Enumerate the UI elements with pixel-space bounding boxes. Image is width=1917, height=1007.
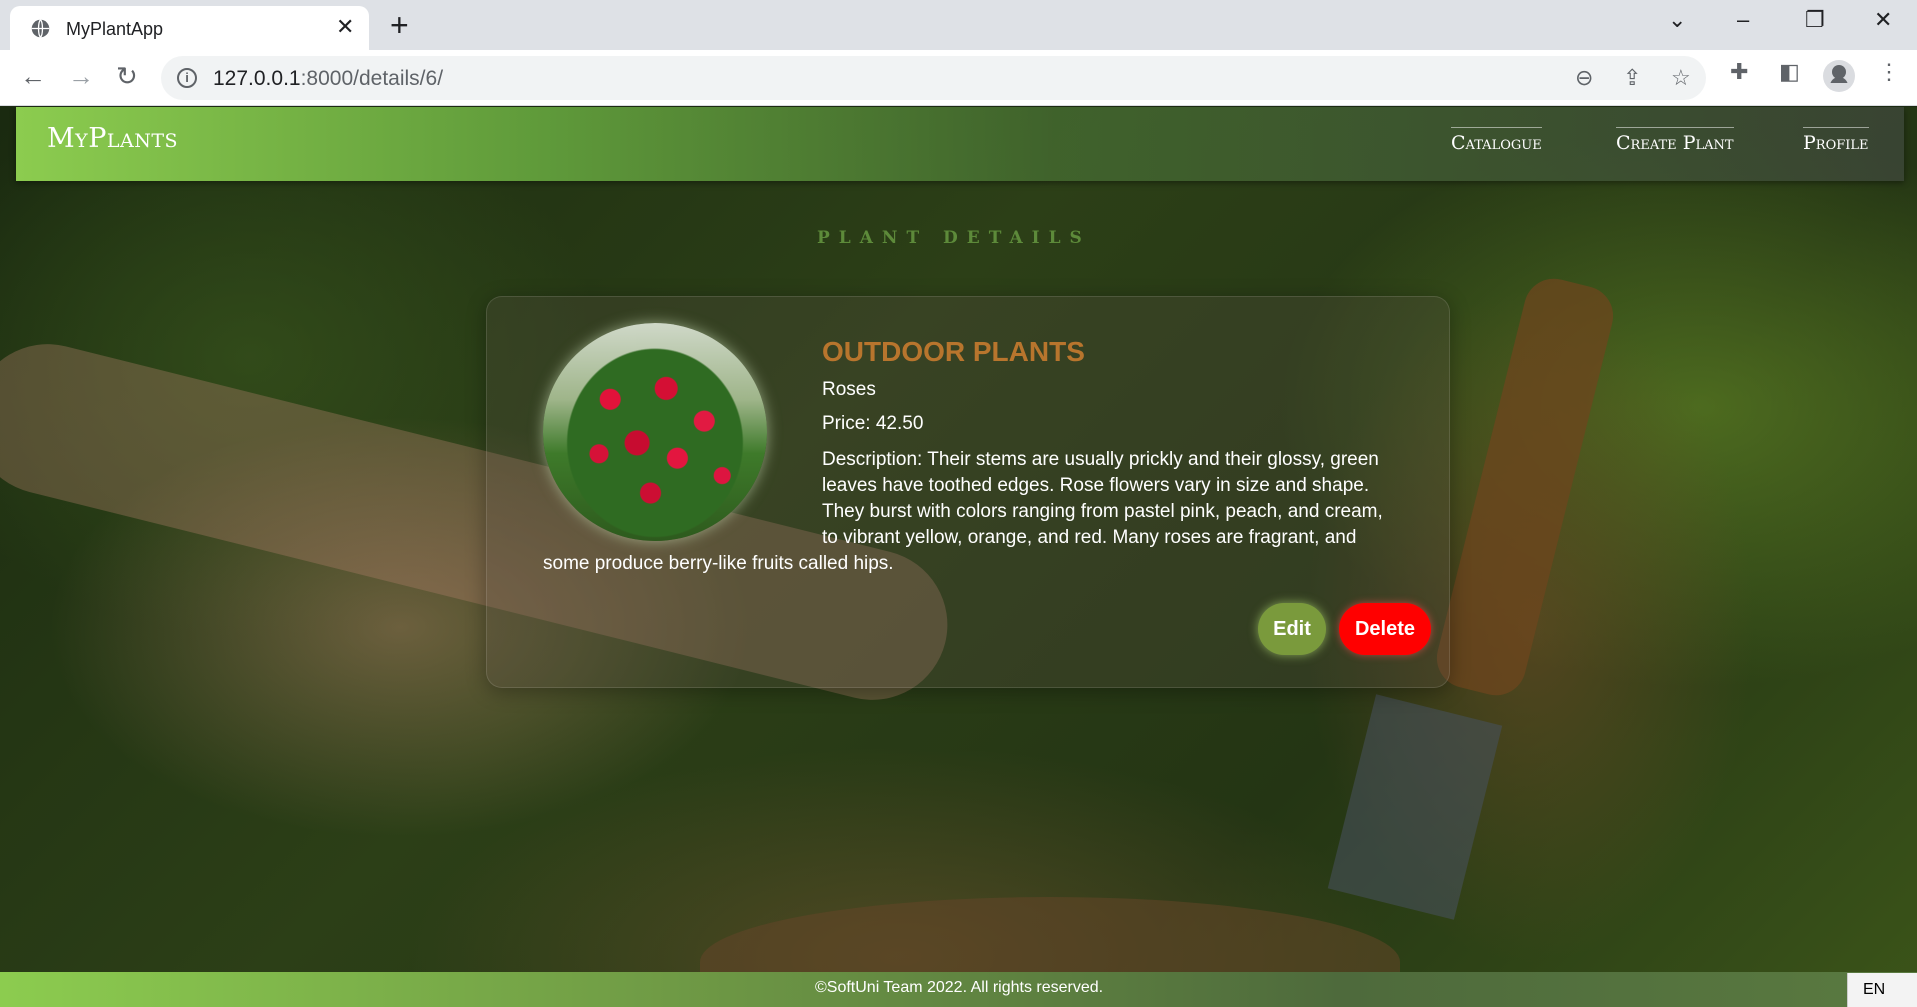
page-content: MyPlants Catalogue Create Plant Profile …: [0, 107, 1917, 1007]
url-host: 127.0.0.1: [213, 67, 301, 90]
info-icon[interactable]: i: [177, 68, 197, 88]
edit-button[interactable]: Edit: [1258, 603, 1326, 655]
arrow-left-icon[interactable]: ←: [20, 62, 46, 90]
globe-icon: [31, 19, 50, 38]
delete-button[interactable]: Delete: [1339, 603, 1431, 655]
browser-toolbar: ← → ↻ i 127.0.0.1:8000/details/6/ ⊖ ⇪ ☆ …: [0, 50, 1917, 106]
window-close-icon[interactable]: ✕: [1874, 8, 1892, 32]
chevron-down-icon[interactable]: ⌄: [1668, 8, 1686, 32]
language-label: EN: [1863, 981, 1886, 998]
url-path: :8000/details/6/: [300, 67, 444, 90]
site-header: MyPlants Catalogue Create Plant Profile: [16, 107, 1904, 181]
background-trowel-image: [1430, 272, 1620, 702]
page-title: PLANT DETAILS: [817, 228, 1091, 248]
plant-price: Price: 42.50: [822, 413, 924, 434]
star-icon[interactable]: ☆: [1671, 66, 1691, 90]
url-text[interactable]: 127.0.0.1:8000/details/6/: [213, 67, 443, 91]
kebab-menu-icon[interactable]: ⋮: [1878, 60, 1900, 84]
minimize-icon[interactable]: –: [1737, 8, 1749, 32]
arrow-right-icon[interactable]: →: [68, 62, 94, 90]
browser-tab[interactable]: MyPlantApp ✕: [10, 6, 369, 50]
puzzle-icon[interactable]: ✚: [1730, 60, 1748, 84]
restore-icon[interactable]: ❐: [1805, 8, 1825, 32]
tab-title: MyPlantApp: [66, 19, 164, 39]
plus-icon[interactable]: +: [390, 8, 409, 42]
reload-icon[interactable]: ↻: [116, 62, 138, 90]
language-indicator[interactable]: EN: [1847, 973, 1917, 1007]
plant-category: OUTDOOR PLANTS: [822, 336, 1085, 367]
nav-create-plant[interactable]: Create Plant: [1616, 127, 1734, 154]
share-icon[interactable]: ⇪: [1623, 66, 1641, 90]
side-panel-icon[interactable]: ◧: [1779, 60, 1800, 84]
site-logo[interactable]: MyPlants: [47, 123, 178, 154]
nav-catalogue[interactable]: Catalogue: [1451, 127, 1542, 154]
browser-tab-strip: MyPlantApp ✕ + ⌄ – ❐ ✕: [0, 0, 1917, 50]
nav-profile[interactable]: Profile: [1803, 127, 1869, 154]
address-bar[interactable]: i 127.0.0.1:8000/details/6/ ⊖ ⇪ ☆: [161, 56, 1706, 100]
avatar-icon[interactable]: [1823, 60, 1855, 92]
site-footer: ©SoftUni Team 2022. All rights reserved.: [0, 972, 1917, 1007]
plant-description: Description: Their stems are usually pri…: [543, 449, 1383, 574]
plant-details-card: OUTDOOR PLANTS Roses Price: 42.50 Descri…: [486, 296, 1450, 688]
plant-name: Roses: [822, 379, 876, 400]
copyright-text: ©SoftUni Team 2022. All rights reserved.: [815, 979, 1104, 996]
zoom-out-icon[interactable]: ⊖: [1575, 66, 1593, 90]
background-trowel-blade: [1327, 694, 1503, 920]
close-icon[interactable]: ✕: [336, 16, 354, 38]
